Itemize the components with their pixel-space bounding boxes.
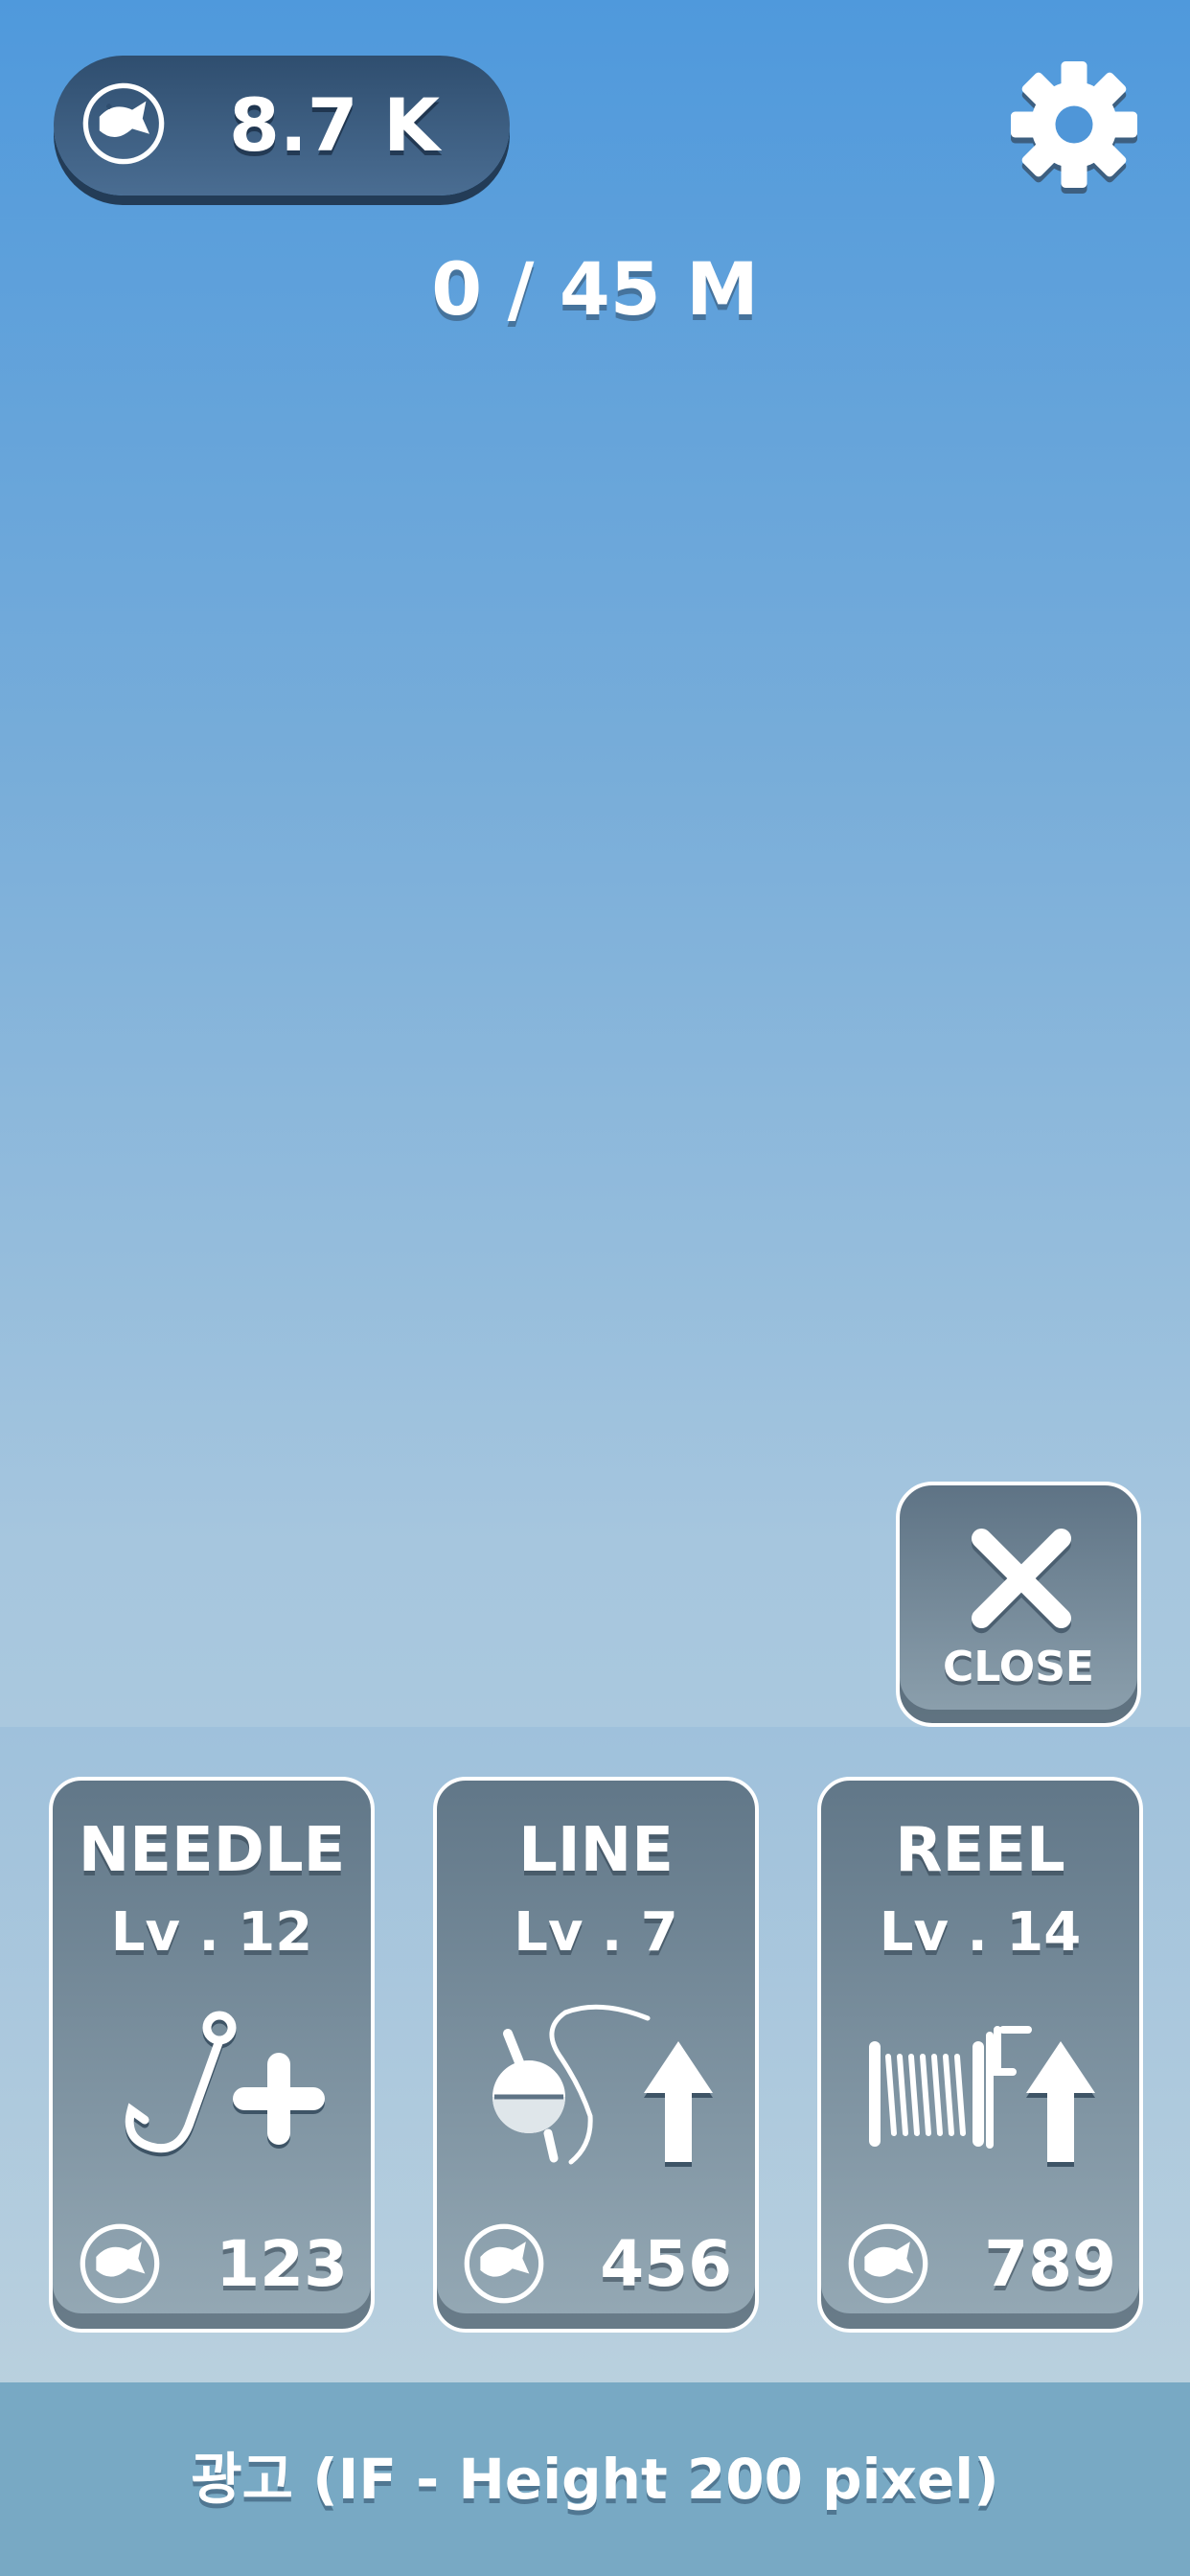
fish-coin-icon [82, 82, 165, 165]
card-title: NEEDLE [78, 1815, 346, 1886]
reel-arrow-up-icon [869, 2026, 1095, 2167]
fish-coin-icon [848, 2223, 928, 2304]
ad-banner[interactable]: 광고 (IF - Height 200 pixel) [0, 2382, 1190, 2576]
upgrade-card-needle[interactable]: NEEDLE Lv . 12 123 [49, 1777, 375, 2333]
distance-counter: 0 / 45 M [431, 246, 759, 332]
fish-coin-icon [80, 2223, 160, 2304]
card-title: REEL [895, 1815, 1065, 1886]
float-line-arrow-up-icon [492, 2004, 713, 2167]
card-title: LINE [518, 1815, 674, 1886]
upgrade-cost: 789 [984, 2227, 1116, 2301]
upgrade-cost: 456 [600, 2227, 732, 2301]
fish-coin-icon [464, 2223, 544, 2304]
close-x-icon [972, 1529, 1071, 1634]
currency-value: 8.7 K [229, 82, 440, 168]
close-button[interactable]: CLOSE [896, 1482, 1141, 1727]
upgrade-cost: 123 [216, 2227, 348, 2301]
card-level: Lv . 14 [879, 1901, 1082, 1964]
card-level: Lv . 12 [110, 1901, 313, 1964]
card-level: Lv . 7 [514, 1901, 678, 1964]
close-label: CLOSE [943, 1643, 1094, 1691]
upgrade-card-reel[interactable]: REEL Lv . 14 789 [817, 1777, 1143, 2333]
gear-icon[interactable] [1002, 50, 1146, 194]
currency-display: 8.7 K [54, 56, 510, 196]
hook-plus-icon [125, 2011, 325, 2157]
upgrade-card-line[interactable]: LINE Lv . 7 456 [433, 1777, 759, 2333]
